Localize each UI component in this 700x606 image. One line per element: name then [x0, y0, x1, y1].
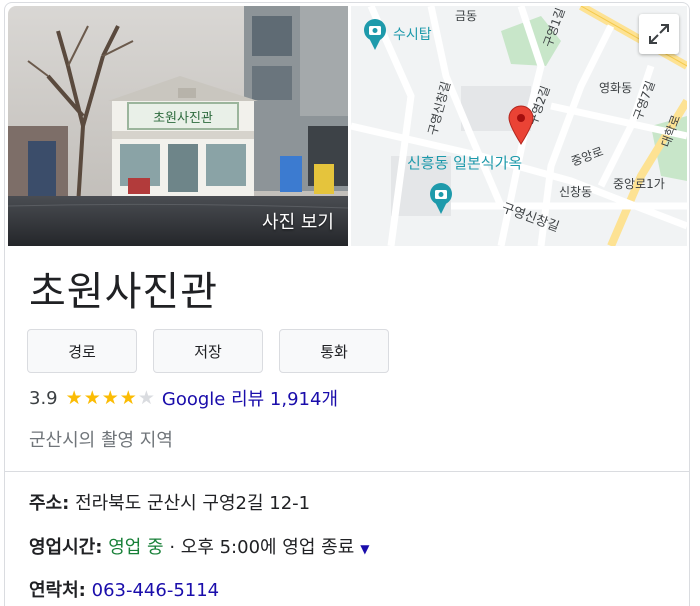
place-category: 군산시의 촬영 지역 [29, 430, 173, 451]
place-photo[interactable]: 초원사진관 사진 보기 [8, 6, 348, 246]
divider [5, 471, 689, 472]
directions-button[interactable]: 경로 [27, 329, 137, 373]
expand-map-button[interactable] [639, 14, 679, 54]
rating-row: 3.9 ★★★★★ Google 리뷰 1,914개 [29, 385, 338, 411]
hours-separator: · [163, 537, 181, 558]
svg-text:수시탑: 수시탑 [393, 27, 432, 43]
phone-link[interactable]: 063-446-5114 [92, 580, 220, 601]
view-photos-label[interactable]: 사진 보기 [256, 204, 340, 238]
svg-text:금동: 금동 [455, 9, 477, 23]
reviews-link[interactable]: Google 리뷰 1,914개 [162, 385, 338, 411]
place-title: 초원사진관 [29, 269, 218, 315]
hours-detail: 오후 5:00에 영업 종료 [180, 537, 355, 558]
address-label: 주소: [29, 493, 70, 514]
hours-row: 영업시간: 영업 중 · 오후 5:00에 영업 종료 ▼ [29, 533, 370, 559]
star-rating: ★★★★★ [66, 387, 156, 409]
save-button[interactable]: 저장 [153, 329, 263, 373]
hours-dropdown-icon[interactable]: ▼ [360, 542, 369, 556]
place-card: 초원사진관 사진 보기 금동 수시탑 구영1길 영화동 구영7길 대학로 구영신… [4, 2, 690, 606]
phone-label: 연락처: [29, 580, 86, 601]
star-icon: ★ [65, 387, 84, 409]
svg-text:신흥동 일본식가옥: 신흥동 일본식가옥 [407, 154, 522, 172]
svg-text:영화동: 영화동 [599, 81, 632, 95]
expand-icon [649, 24, 669, 44]
rating-value: 3.9 [29, 387, 58, 409]
address-row: 주소: 전라북도 군산시 구영2길 12-1 [29, 489, 310, 515]
address-value: 전라북도 군산시 구영2길 12-1 [75, 493, 311, 514]
star-icon: ★ [119, 387, 138, 409]
star-icon: ★ [101, 387, 120, 409]
svg-text:중앙로1가: 중앙로1가 [613, 177, 665, 191]
hours-label: 영업시간: [29, 537, 103, 558]
star-icon: ★ [83, 387, 102, 409]
action-buttons: 경로 저장 통화 [27, 329, 389, 373]
location-map[interactable]: 금동 수시탑 구영1길 영화동 구영7길 대학로 구영신창길 구영2길 중앙로 … [351, 6, 687, 246]
open-status: 영업 중 [108, 537, 164, 558]
svg-text:초원사진관: 초원사진관 [153, 111, 213, 126]
map-canvas: 금동 수시탑 구영1길 영화동 구영7길 대학로 구영신창길 구영2길 중앙로 … [351, 6, 687, 246]
svg-text:신창동: 신창동 [559, 185, 592, 199]
phone-row: 연락처: 063-446-5114 [29, 576, 219, 602]
star-empty-icon: ★ [137, 387, 156, 409]
call-button[interactable]: 통화 [279, 329, 389, 373]
